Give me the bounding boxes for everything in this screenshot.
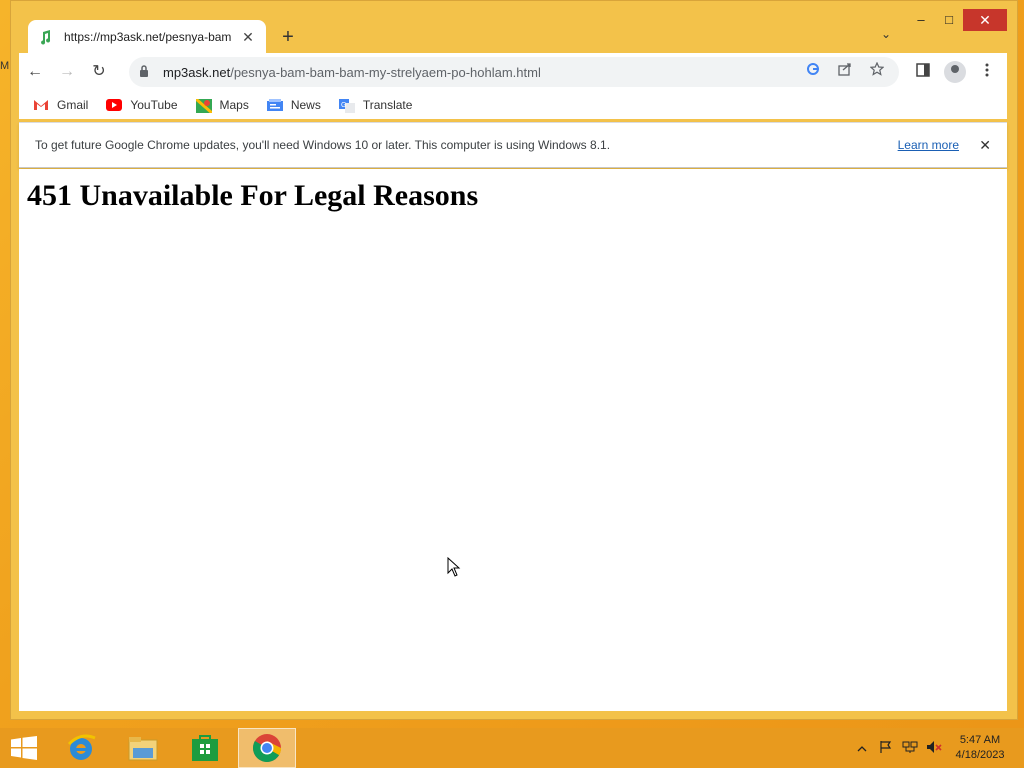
update-infobar: To get future Google Chrome updates, you… <box>19 122 1007 168</box>
tab-close-icon[interactable]: ✕ <box>240 29 256 45</box>
taskbar-clock[interactable]: 5:47 AM 4/18/2023 <box>946 733 1014 763</box>
clock-date: 4/18/2023 <box>955 749 1005 761</box>
taskbar-internet-explorer[interactable] <box>52 728 110 768</box>
window-controls: – □ ✕ <box>907 9 1007 31</box>
bookmarks-bar: Gmail YouTube Maps News G Translate <box>19 91 1007 119</box>
close-window-button[interactable]: ✕ <box>963 9 1007 31</box>
bookmark-label: Gmail <box>57 98 89 112</box>
browser-tab[interactable]: https://mp3ask.net/pesnya-bam ✕ <box>28 20 266 54</box>
page-title: 451 Unavailable For Legal Reasons <box>27 179 479 212</box>
store-icon <box>192 735 218 761</box>
internet-explorer-icon <box>67 734 96 760</box>
desktop-edge-label: M <box>0 60 10 72</box>
action-center-flag-icon[interactable] <box>874 740 898 757</box>
chrome-window: https://mp3ask.net/pesnya-bam ✕ + ⌄ – □ … <box>10 0 1018 720</box>
bookmark-youtube[interactable]: YouTube <box>106 98 178 112</box>
infobar-message: To get future Google Chrome updates, you… <box>35 138 611 152</box>
youtube-icon <box>106 99 123 111</box>
volume-muted-icon[interactable] <box>922 740 946 757</box>
browser-toolbar: ← → ↻ mp3ask.net /pesnya-bam-bam-bam-my-… <box>19 53 1007 91</box>
mouse-cursor-icon <box>447 557 461 577</box>
side-panel-icon[interactable] <box>907 59 939 85</box>
taskbar: 5:47 AM 4/18/2023 <box>0 728 1024 768</box>
back-button[interactable]: ← <box>19 56 51 88</box>
bookmark-label: YouTube <box>130 98 178 112</box>
file-explorer-icon <box>128 737 158 761</box>
titlebar: https://mp3ask.net/pesnya-bam ✕ + ⌄ – □ … <box>11 1 1017 54</box>
toolbar-right-icons <box>907 59 1003 85</box>
bookmark-label: News <box>290 98 321 112</box>
share-icon[interactable] <box>829 62 861 82</box>
menu-kebab-icon[interactable] <box>971 59 1003 85</box>
avatar <box>944 61 966 83</box>
windows-logo-icon <box>11 736 37 760</box>
minimize-button[interactable]: – <box>907 9 935 31</box>
learn-more-link[interactable]: Learn more <box>898 138 959 152</box>
omnibox-actions <box>797 61 893 82</box>
tab-search-chevron-icon[interactable]: ⌄ <box>877 27 895 45</box>
svg-text:G: G <box>341 102 346 109</box>
gmail-icon <box>33 99 49 111</box>
taskbar-store[interactable] <box>176 728 234 768</box>
address-bar[interactable]: mp3ask.net /pesnya-bam-bam-bam-my-strely… <box>129 57 899 87</box>
reload-button[interactable]: ↻ <box>83 56 115 88</box>
clock-time: 5:47 AM <box>959 734 1001 746</box>
bookmark-maps[interactable]: Maps <box>194 97 249 115</box>
page-content: 451 Unavailable For Legal Reasons <box>19 169 1007 711</box>
tab-title: https://mp3ask.net/pesnya-bam <box>64 30 232 44</box>
profile-avatar[interactable] <box>939 59 971 85</box>
infobar-close-icon[interactable]: ✕ <box>979 137 991 154</box>
bookmark-gmail[interactable]: Gmail <box>33 98 88 112</box>
chrome-icon <box>253 734 281 762</box>
maps-icon <box>194 97 213 115</box>
news-icon <box>266 99 283 111</box>
bookmark-news[interactable]: News <box>266 98 321 112</box>
taskbar-file-explorer[interactable] <box>114 728 172 768</box>
network-icon[interactable] <box>898 740 922 757</box>
new-tab-button[interactable]: + <box>277 26 299 48</box>
forward-button[interactable]: → <box>51 56 83 88</box>
music-note-icon <box>38 29 54 45</box>
maximize-button[interactable]: □ <box>935 9 963 31</box>
show-hidden-icons-icon[interactable] <box>850 741 874 755</box>
bookmark-star-icon[interactable] <box>861 61 893 82</box>
system-tray: 5:47 AM 4/18/2023 <box>850 728 1024 768</box>
url-path: /pesnya-bam-bam-bam-my-strelyaem-po-hohl… <box>230 64 541 80</box>
bookmark-label: Translate <box>362 98 413 112</box>
url-host: mp3ask.net <box>163 64 231 80</box>
lock-icon[interactable] <box>139 64 153 80</box>
google-lens-icon[interactable] <box>797 62 829 82</box>
bookmark-translate[interactable]: G Translate <box>338 98 413 113</box>
start-button[interactable] <box>0 728 48 768</box>
bookmark-label: Maps <box>219 98 249 112</box>
translate-icon: G <box>338 99 355 113</box>
taskbar-chrome[interactable] <box>238 728 296 768</box>
